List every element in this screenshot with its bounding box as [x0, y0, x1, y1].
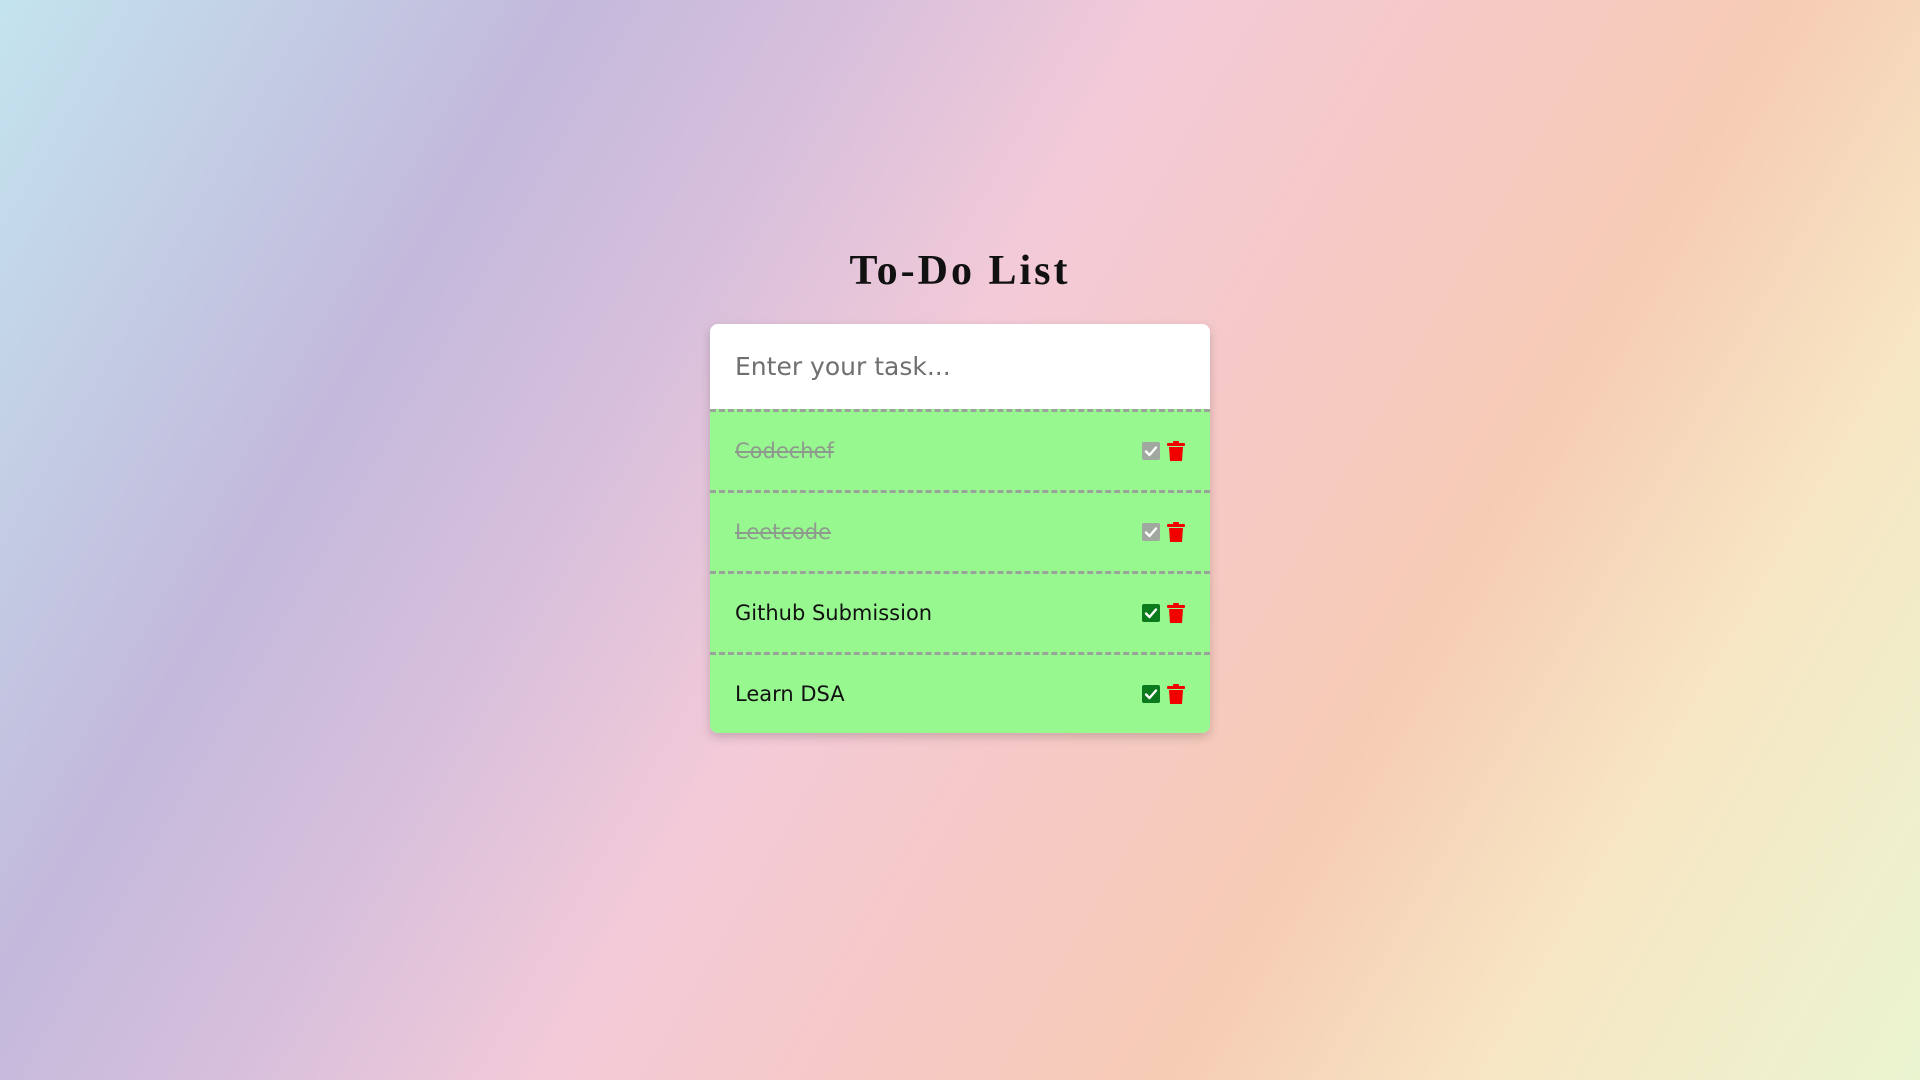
- todo-card: Codechef Leetcode Github Submission: [710, 324, 1210, 733]
- check-square-icon[interactable]: [1142, 684, 1160, 704]
- task-actions: [1142, 441, 1185, 461]
- check-square-icon[interactable]: [1142, 441, 1160, 461]
- task-label: Learn DSA: [735, 682, 845, 706]
- trash-icon[interactable]: [1167, 603, 1185, 623]
- check-square-icon[interactable]: [1142, 522, 1160, 542]
- trash-icon[interactable]: [1167, 684, 1185, 704]
- task-item: Learn DSA: [710, 652, 1210, 733]
- task-label: Codechef: [735, 439, 834, 463]
- task-actions: [1142, 603, 1185, 623]
- page-title: To-Do List: [849, 248, 1071, 294]
- trash-icon[interactable]: [1167, 522, 1185, 542]
- task-label: Github Submission: [735, 601, 933, 625]
- trash-icon[interactable]: [1167, 441, 1185, 461]
- task-item: Leetcode: [710, 490, 1210, 571]
- task-input[interactable]: [710, 324, 1210, 409]
- check-square-icon[interactable]: [1142, 603, 1160, 623]
- task-item: Codechef: [710, 409, 1210, 490]
- task-actions: [1142, 684, 1185, 704]
- task-label: Leetcode: [735, 520, 832, 544]
- task-actions: [1142, 522, 1185, 542]
- task-item: Github Submission: [710, 571, 1210, 652]
